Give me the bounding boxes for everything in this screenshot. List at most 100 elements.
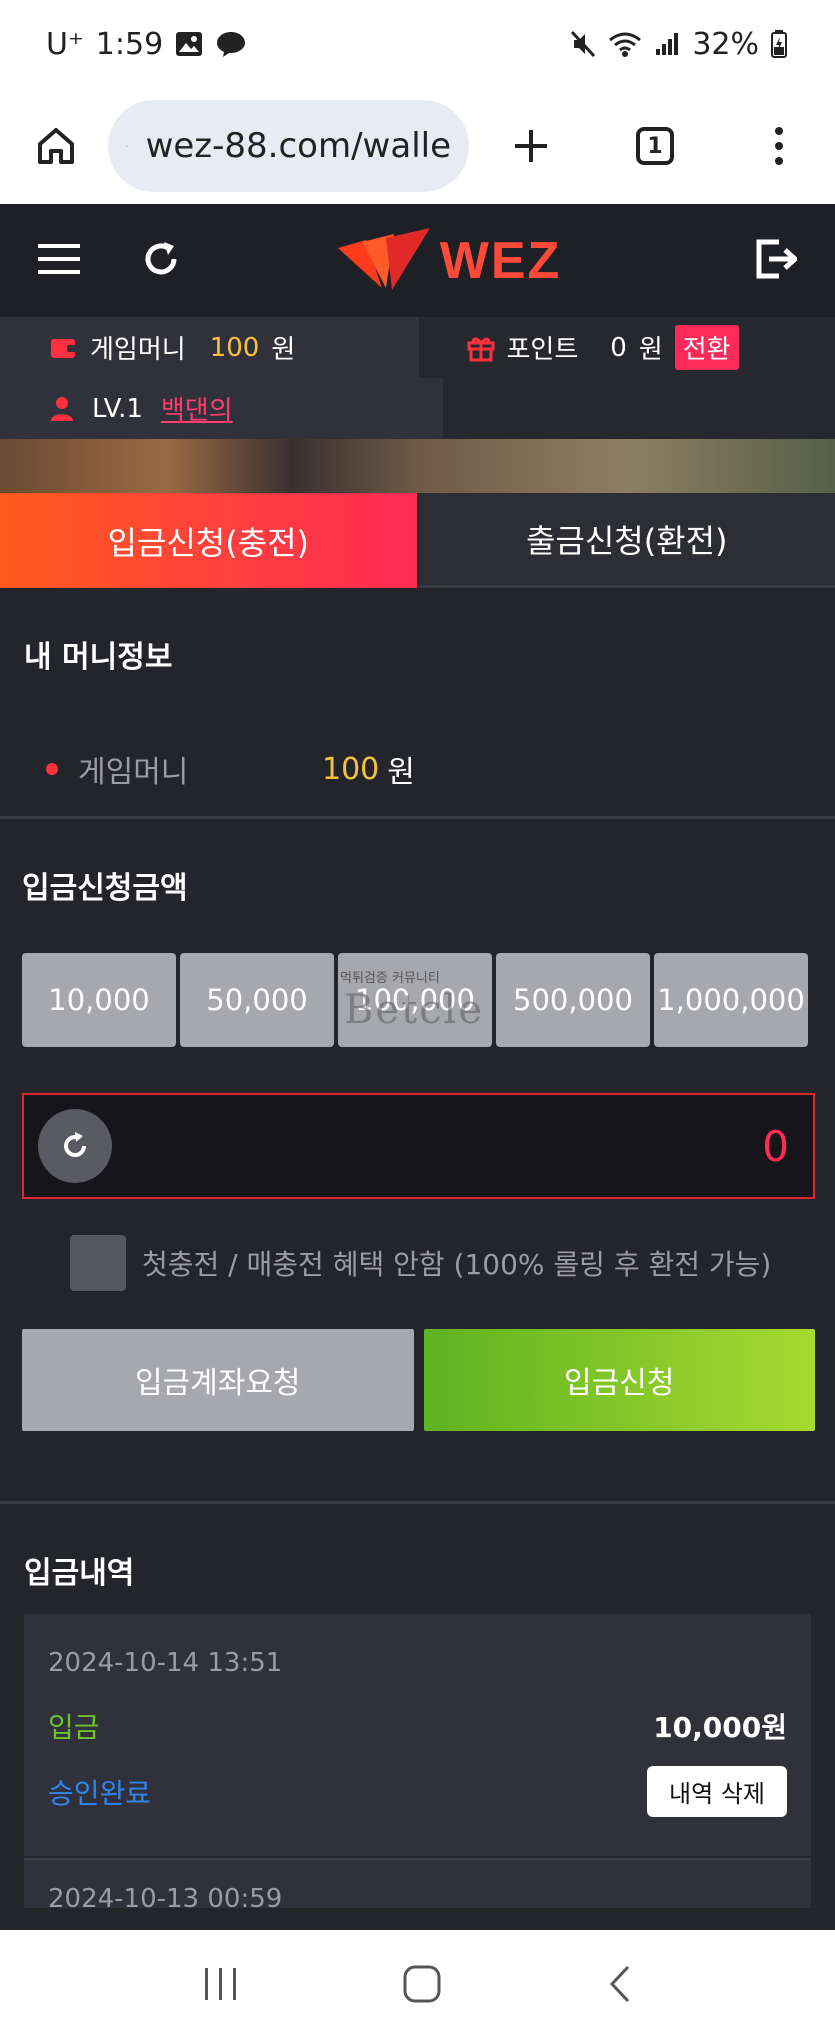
tab-count: 1 (636, 127, 674, 165)
amount-button-10000[interactable]: 10,000 (22, 953, 176, 1047)
deposit-amount-input[interactable]: 0 (22, 1093, 815, 1199)
history-status: 승인완료 (48, 1776, 152, 1810)
deposit-submit-button[interactable]: 입금신청 (423, 1329, 815, 1431)
money-info-label: 게임머니 (78, 755, 189, 790)
tab-switcher-button[interactable]: 1 (623, 114, 687, 178)
watermark-logo: Betcle (344, 987, 485, 1033)
game-money-label: 게임머니 (90, 335, 186, 365)
game-money-value: 100 (209, 332, 260, 363)
point-unit: 원 (638, 335, 663, 365)
status-left: U⁺ 1:59 (46, 27, 247, 62)
plus-icon (515, 130, 547, 162)
history-row-amount: 입금 10,000원 (48, 1706, 787, 1746)
clock: 1:59 (95, 26, 164, 62)
home-icon (38, 128, 74, 164)
account-request-button[interactable]: 입금계좌요청 (22, 1329, 414, 1431)
battery-percent: 32% (692, 26, 759, 62)
point-label: 포인트 (506, 335, 579, 365)
more-vert-icon (775, 127, 783, 165)
history-item: 2024-10-14 13:51 입금 10,000원 승인완료 내역 삭제 (24, 1614, 811, 1856)
amount-button-50000[interactable]: 50,000 (180, 953, 334, 1047)
signal-icon (656, 33, 679, 55)
deposit-form-section: 입금신청금액 10,000 50,000 100,000 먹튀검증 커뮤니티 B… (0, 819, 835, 1504)
money-info-line: 게임머니 100 원 (24, 676, 811, 816)
history-date: 2024-10-14 13:51 (48, 1648, 283, 1678)
user-cell: LV.1 백댄의 (0, 378, 443, 439)
status-right: 32% (570, 27, 787, 62)
home-nav-icon (403, 1965, 441, 2002)
wifi-icon (609, 32, 642, 57)
game-money-unit: 원 (271, 335, 296, 365)
history-row-status: 승인완료 내역 삭제 (48, 1766, 787, 1817)
logo-wing-icon (337, 227, 430, 290)
deposit-withdraw-tabs: 입금신청(충전) 출금신청(환전) (0, 493, 835, 588)
game-money-cell: 게임머니 100 원 (0, 317, 419, 378)
history-amount: 10,000원 (653, 1711, 787, 1744)
site-header: WEZ (0, 204, 835, 317)
menu-button[interactable] (38, 242, 80, 280)
money-info-title: 내 머니정보 (24, 640, 173, 675)
tab-deposit[interactable]: 입금신청(충전) (0, 493, 417, 588)
refresh-icon (145, 241, 177, 274)
browser-menu-button[interactable] (747, 114, 811, 178)
mute-icon (571, 30, 596, 58)
user-level: LV.1 (92, 393, 143, 424)
amount-button-1000000[interactable]: 1,000,000 (654, 953, 808, 1047)
delete-history-button[interactable]: 내역 삭제 (647, 1766, 787, 1817)
site-logo[interactable]: WEZ (336, 227, 562, 294)
home-nav-button[interactable] (402, 1964, 442, 2008)
banner-image (0, 439, 835, 493)
point-cell: 포인트 0 원 전환 (418, 317, 835, 378)
logout-button[interactable] (755, 238, 799, 284)
gift-icon (467, 337, 494, 361)
point-value: 0 (610, 332, 627, 363)
no-bonus-label[interactable]: 첫충전 / 매충전 혜택 안함 (100% 롤링 후 환전 가능) (142, 1243, 771, 1283)
money-info-value: 100 (322, 751, 380, 787)
refresh-button[interactable] (140, 238, 182, 284)
home-button[interactable] (24, 114, 88, 178)
history-date: 2024-10-13 00:59 (48, 1884, 283, 1908)
deposit-amount-title: 입금신청금액 (22, 871, 188, 906)
user-icon (51, 396, 73, 421)
no-bonus-option: 첫충전 / 매충전 혜택 안함 (100% 롤링 후 환전 가능) (22, 1199, 815, 1291)
reset-amount-button[interactable] (38, 1109, 112, 1183)
logout-icon (756, 239, 799, 278)
wallet-icon (51, 338, 77, 358)
url-text: wez-88.com/walle (145, 126, 451, 166)
money-info-unit: 원 (387, 755, 415, 790)
image-notification-icon (176, 32, 203, 56)
reset-icon (64, 1132, 86, 1157)
history-item: 2024-10-13 00:59 (24, 1858, 811, 1908)
messenger-icon (217, 32, 246, 57)
money-info-section: 내 머니정보 게임머니 100 원 (0, 588, 835, 819)
site-settings-icon[interactable] (126, 131, 128, 161)
recents-button[interactable] (201, 1966, 241, 2006)
system-nav-bar (0, 1930, 835, 2041)
tab-withdraw[interactable]: 출금신청(환전) (416, 493, 835, 588)
back-icon (610, 1965, 630, 2002)
logo-text: WEZ (439, 231, 562, 290)
account-info: 게임머니 100 원 포인트 0 원 전환 LV.1 백댄의 (0, 317, 835, 439)
history-type: 입금 (48, 1711, 100, 1744)
browser-toolbar: wez-88.com/walle 1 (0, 88, 835, 204)
deposit-history-section: 입금내역 2024-10-14 13:51 입금 10,000원 승인완료 내역… (0, 1504, 835, 1908)
back-button[interactable] (604, 1964, 634, 2008)
bullet-dot (46, 763, 58, 775)
empty-cell (442, 378, 835, 439)
hamburger-icon (38, 243, 80, 274)
status-bar: U⁺ 1:59 32% (0, 0, 835, 88)
deposit-actions: 입금계좌요청 입금신청 (22, 1291, 815, 1501)
username-link[interactable]: 백댄의 (161, 390, 233, 427)
amount-buttons: 10,000 50,000 100,000 먹튀검증 커뮤니티 Betcle 5… (22, 953, 815, 1047)
recents-icon (204, 1967, 236, 2000)
no-bonus-checkbox[interactable] (70, 1235, 126, 1291)
battery-charging-icon (771, 30, 787, 58)
convert-button[interactable]: 전환 (674, 325, 739, 370)
address-bar[interactable]: wez-88.com/walle (108, 100, 469, 192)
amount-button-500000[interactable]: 500,000 (496, 953, 650, 1047)
amount-button-100000[interactable]: 100,000 먹튀검증 커뮤니티 Betcle (338, 953, 492, 1047)
deposit-amount-value: 0 (762, 1121, 789, 1171)
carrier-label: U⁺ (46, 26, 84, 62)
watermark-caption: 먹튀검증 커뮤니티 (340, 971, 440, 986)
new-tab-button[interactable] (499, 114, 563, 178)
